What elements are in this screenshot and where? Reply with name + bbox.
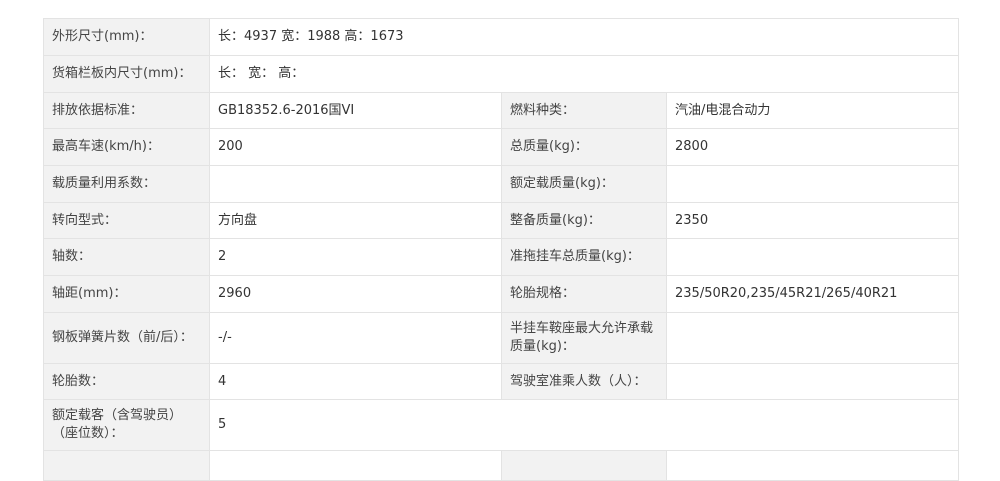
label-load-utilization: 载质量利用系数： <box>43 165 210 203</box>
table-row-emission: 排放依据标准： GB18352.6-2016国VI 燃料种类： 汽油/电混合动力 <box>43 92 960 129</box>
value-rated-passengers: 5 <box>208 399 960 451</box>
label-max-speed: 最高车速(km/h)： <box>43 128 210 166</box>
value-saddle-load <box>665 312 960 364</box>
label-leaf-springs: 钢板弹簧片数（前/后）： <box>43 312 210 364</box>
value-total-mass: 2800 <box>665 128 960 166</box>
table-row-dimensions: 外形尺寸(mm)： 长：4937 宽：1988 高：1673 <box>43 18 960 56</box>
label-total-mass: 总质量(kg)： <box>501 128 667 166</box>
table-row-springs: 钢板弹簧片数（前/后）： -/- 半挂车鞍座最大允许承载质量(kg)： <box>43 312 960 364</box>
table-row-passengers: 额定载客（含驾驶员）（座位数）： 5 <box>43 399 960 451</box>
value-leaf-springs: -/- <box>209 312 502 364</box>
value-partial-2 <box>665 450 960 481</box>
value-axle-count: 2 <box>209 238 502 276</box>
table-row-partial <box>43 450 960 481</box>
label-cargo-box-size: 货箱栏板内尺寸(mm)： <box>43 55 210 93</box>
vehicle-spec-table: 外形尺寸(mm)： 长：4937 宽：1988 高：1673 货箱栏板内尺寸(m… <box>43 18 960 481</box>
value-tire-spec: 235/50R20,235/45R21/265/40R21 <box>665 275 960 313</box>
value-emission-standard: GB18352.6-2016国VI <box>209 92 502 129</box>
label-tire-count: 轮胎数： <box>43 363 210 400</box>
table-row-tires: 轮胎数： 4 驾驶室准乘人数（人）： <box>43 363 960 400</box>
label-steering-type: 转向型式： <box>43 202 210 239</box>
label-partial-2 <box>501 450 667 481</box>
value-rated-load <box>665 165 960 203</box>
label-rated-passengers: 额定载客（含驾驶员）（座位数）： <box>43 399 210 451</box>
value-trailer-total-mass <box>665 238 960 276</box>
value-load-utilization <box>209 165 502 203</box>
value-steering-type: 方向盘 <box>209 202 502 239</box>
label-emission-standard: 排放依据标准： <box>43 92 210 129</box>
label-fuel-type: 燃料种类： <box>501 92 667 129</box>
label-trailer-total-mass: 准拖挂车总质量(kg)： <box>501 238 667 276</box>
value-partial <box>209 450 502 481</box>
table-row-steering: 转向型式： 方向盘 整备质量(kg)： 2350 <box>43 202 960 239</box>
value-cargo-box-size: 长： 宽： 高： <box>208 55 960 93</box>
label-tire-spec: 轮胎规格： <box>501 275 667 313</box>
value-dimensions: 长：4937 宽：1988 高：1673 <box>208 18 960 56</box>
value-curb-mass: 2350 <box>665 202 960 239</box>
value-fuel-type: 汽油/电混合动力 <box>665 92 960 129</box>
table-row-speed: 最高车速(km/h)： 200 总质量(kg)： 2800 <box>43 128 960 166</box>
value-tire-count: 4 <box>209 363 502 400</box>
value-wheelbase: 2960 <box>209 275 502 313</box>
label-dimensions: 外形尺寸(mm)： <box>43 18 210 56</box>
table-row-cargo-box: 货箱栏板内尺寸(mm)： 长： 宽： 高： <box>43 55 960 93</box>
table-row-axles: 轴数： 2 准拖挂车总质量(kg)： <box>43 238 960 276</box>
label-rated-load: 额定载质量(kg)： <box>501 165 667 203</box>
label-partial <box>43 450 210 481</box>
label-wheelbase: 轴距(mm)： <box>43 275 210 313</box>
value-cab-capacity <box>665 363 960 400</box>
label-cab-capacity: 驾驶室准乘人数（人）： <box>501 363 667 400</box>
table-row-load-factor: 载质量利用系数： 额定载质量(kg)： <box>43 165 960 203</box>
label-saddle-load: 半挂车鞍座最大允许承载质量(kg)： <box>501 312 667 364</box>
value-max-speed: 200 <box>209 128 502 166</box>
table-row-wheelbase: 轴距(mm)： 2960 轮胎规格： 235/50R20,235/45R21/2… <box>43 275 960 313</box>
label-axle-count: 轴数： <box>43 238 210 276</box>
label-curb-mass: 整备质量(kg)： <box>501 202 667 239</box>
